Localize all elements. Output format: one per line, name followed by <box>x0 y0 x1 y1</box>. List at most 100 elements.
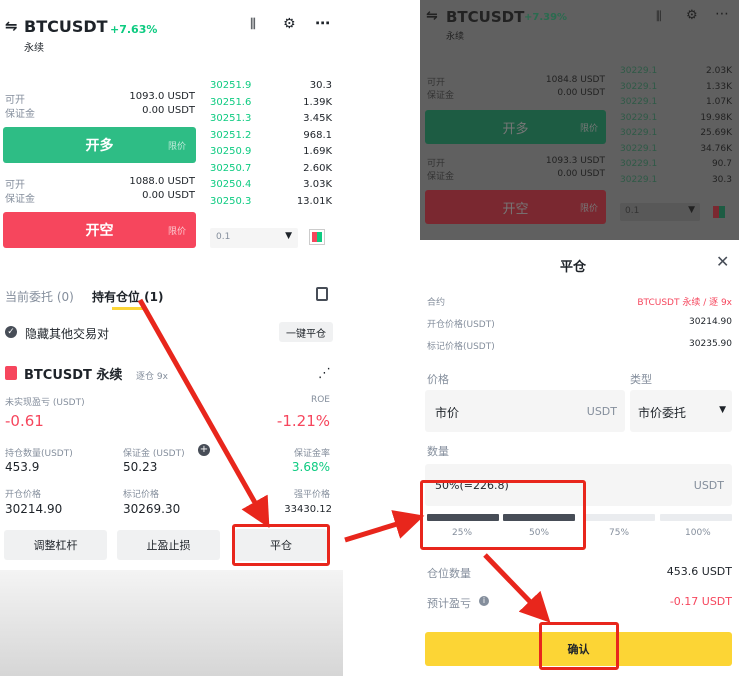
roe-label: ROE <box>310 395 330 405</box>
tab-positions[interactable]: 持有仓位 (1) <box>92 288 164 305</box>
orderbook-qty: 1.39K <box>303 96 332 108</box>
slider-mark-75[interactable]: 75% <box>609 528 629 538</box>
clipboard-icon[interactable] <box>316 287 328 301</box>
orderbook-view-icon[interactable] <box>309 229 325 245</box>
open-long-button[interactable]: 开多 限价 <box>3 127 196 163</box>
orderbook-row[interactable]: 30229.1 34.76K <box>620 144 732 160</box>
orderbook-row[interactable]: 30229.1 30.3 <box>620 175 732 191</box>
entry-label: 开仓价格 <box>5 490 42 500</box>
more-icon[interactable]: ⋯ <box>715 6 729 22</box>
long-avail-value: 1093.0 USDT <box>129 91 195 102</box>
orderbook-qty: 25.69K <box>700 128 732 138</box>
swap-icon[interactable]: ⇋ <box>5 17 18 35</box>
liq-value: 33430.12 <box>284 504 332 515</box>
open-long-sub: 限价 <box>167 141 186 152</box>
swap-icon[interactable]: ⇋ <box>426 8 438 24</box>
price-input-unit: USDT <box>586 405 617 418</box>
info-icon[interactable]: i <box>479 596 489 606</box>
orderbook-row[interactable]: 30229.1 2.03K <box>620 66 732 82</box>
pair-change: +7.63% <box>110 23 158 36</box>
orderbook-qty: 3.45K <box>303 113 332 124</box>
tpsl-button[interactable]: 止盈止损 <box>117 530 220 560</box>
close-all-button[interactable]: 一键平仓 <box>279 322 333 342</box>
open-long-button[interactable]: 开多 限价 <box>425 110 606 144</box>
short-margin-label: 保证金 <box>5 194 35 205</box>
orderbook-row[interactable]: 30229.1 90.7 <box>620 159 732 175</box>
orderbook-row[interactable]: 30251.2 968.1 <box>210 130 332 147</box>
close-icon[interactable]: ✕ <box>716 252 729 271</box>
orderbook-qty: 3.03K <box>303 179 332 190</box>
open-long-label: 开多 <box>502 121 529 137</box>
hide-others-checkbox[interactable]: ✓ <box>5 326 17 338</box>
open-short-label: 开空 <box>85 223 114 239</box>
short-avail-value: 1088.0 USDT <box>129 176 195 187</box>
orderbook-qty: 2.03K <box>706 66 732 76</box>
est-pnl-value: -0.17 USDT <box>669 595 732 608</box>
qty-label: 数量 <box>427 445 449 458</box>
arrow-close-to-sheet <box>344 510 425 543</box>
size-value: 453.9 <box>5 460 40 474</box>
pair-title[interactable]: BTCUSDT <box>24 17 108 36</box>
slider-mark-100[interactable]: 100% <box>685 528 711 538</box>
orderbook-row[interactable]: 30229.1 1.07K <box>620 97 732 113</box>
chevron-down-icon: ▼ <box>285 231 292 241</box>
orderbook: 30251.9 30.3 30251.6 1.39K 30251.3 3.45K 30… <box>210 80 332 212</box>
orderbook-row[interactable]: 30250.4 3.03K <box>210 179 332 196</box>
orderbook-row[interactable]: 30251.9 30.3 <box>210 80 332 97</box>
orderbook-price: 30229.1 <box>620 159 658 169</box>
orderbook-view-icon[interactable] <box>713 206 725 218</box>
margin2-label: 保证金 <box>427 172 455 182</box>
type-label: 类型 <box>630 373 652 386</box>
price-input-value: 市价 <box>435 406 460 420</box>
orderbook-row[interactable]: 30229.1 1.33K <box>620 82 732 98</box>
slider-segment[interactable] <box>660 514 732 521</box>
candlestick-icon[interactable]: ⫼ <box>656 9 662 24</box>
orderbook-price: 30251.6 <box>210 96 252 108</box>
chevron-down-icon: ▼ <box>719 405 726 415</box>
share-icon[interactable]: ⋰ <box>318 366 331 381</box>
qty-input-unit: USDT <box>693 479 724 492</box>
settings-icon[interactable]: ⚙ <box>283 16 296 32</box>
candlestick-icon[interactable]: ⫼ <box>250 17 256 32</box>
pair-title[interactable]: BTCUSDT <box>446 8 524 26</box>
open-short-button[interactable]: 开空 限价 <box>425 190 606 224</box>
more-icon[interactable]: ⋯ <box>315 14 330 32</box>
orderbook-price: 30251.3 <box>210 113 252 124</box>
orderbook-qty: 90.7 <box>711 159 732 169</box>
open-long-label: 开多 <box>85 138 114 154</box>
orderbook-row[interactable]: 30250.3 13.01K <box>210 196 332 213</box>
orderbook-qty: 30.3 <box>711 174 732 185</box>
orderbook-row[interactable]: 30250.9 1.69K <box>210 146 332 163</box>
position-qty-value: 453.6 USDT <box>666 565 732 578</box>
add-margin-icon[interactable]: + <box>198 444 210 456</box>
orderbook-qty: 968.1 <box>303 129 332 141</box>
orderbook-row[interactable]: 30229.1 19.98K <box>620 113 732 129</box>
close-position-sheet: 平仓 ✕ 合约 BTCUSDT 永续 / 逐 9x 开仓价格(USDT) 302… <box>420 240 739 676</box>
avail-label: 可开 <box>427 78 446 88</box>
avail2-label: 可开 <box>427 159 446 169</box>
settings-icon[interactable]: ⚙ <box>686 8 698 23</box>
orderbook-price: 30229.1 <box>620 81 658 92</box>
entry-label: 开仓价格(USDT) <box>427 320 495 330</box>
price-input[interactable]: 市价 USDT <box>425 390 625 432</box>
position-symbol[interactable]: BTCUSDT 永续 <box>24 364 122 383</box>
short-margin-value: 0.00 USDT <box>142 190 195 201</box>
depth-select[interactable]: 0.1 ▼ <box>210 228 298 248</box>
orderbook-row[interactable]: 30229.1 25.69K <box>620 128 732 144</box>
open-short-sub: 限价 <box>167 226 186 237</box>
ratio-label: 保证金率 <box>293 449 330 459</box>
slider-segment[interactable] <box>583 514 655 521</box>
roe-value: -1.21% <box>276 412 330 430</box>
tab-current-orders[interactable]: 当前委托 (0) <box>5 288 74 305</box>
price-label: 价格 <box>427 373 449 386</box>
orderbook-price: 30251.2 <box>210 129 252 141</box>
adjust-leverage-button[interactable]: 调整杠杆 <box>4 530 107 560</box>
depth-select[interactable]: 0.1 ▼ <box>620 203 700 221</box>
orderbook-row[interactable]: 30251.6 1.39K <box>210 97 332 114</box>
open-short-button[interactable]: 开空 限价 <box>3 212 196 248</box>
orderbook-row[interactable]: 30250.7 2.60K <box>210 163 332 180</box>
margin-label: 保证金 (USDT) <box>123 449 185 459</box>
orderbook-row[interactable]: 30251.3 3.45K <box>210 113 332 130</box>
order-type-select[interactable]: 市价委托 ▼ <box>630 390 732 432</box>
right-screen-dimmed: ⇋ BTCUSDT +7.39% 永续 ⫼ ⚙ ⋯ 可开 1084.8 USDT… <box>420 0 739 240</box>
